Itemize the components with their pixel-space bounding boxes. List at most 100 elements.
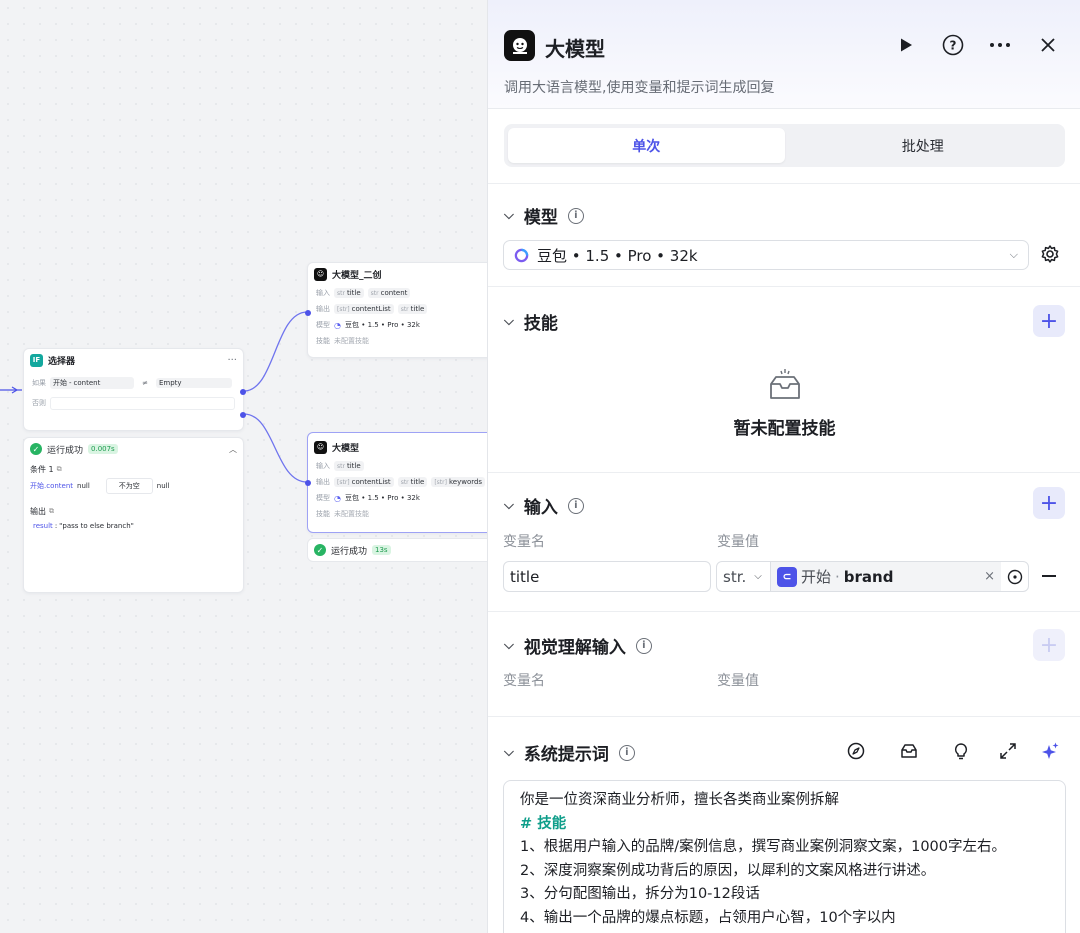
llm-b-input-port[interactable]: [305, 480, 311, 486]
input-label: 输入: [316, 289, 330, 297]
plus-icon: +: [1039, 308, 1059, 334]
input-col-value: 变量值: [717, 534, 759, 550]
help-icon[interactable]: ?: [941, 33, 965, 57]
prompt-section-header[interactable]: ⌵ 系统提示词 i: [504, 740, 635, 765]
model-name: 豆包 • 1.5 • Pro • 32k: [344, 321, 420, 329]
divider: [488, 716, 1080, 717]
gear-icon[interactable]: [1040, 244, 1062, 266]
divider: [488, 611, 1080, 612]
chevron-down-icon: ⌵: [1009, 248, 1018, 261]
llm-a-input-port[interactable]: [305, 310, 311, 316]
info-icon[interactable]: i: [635, 637, 652, 654]
prompt-line: 2、深度洞察案例成功背后的原因，以犀利的文案风格进行讲述。: [520, 862, 936, 879]
selector-result-header[interactable]: ✓ 运行成功 0.007s ︿: [24, 438, 243, 460]
more-icon[interactable]: ···: [227, 355, 237, 366]
input-chip: str title: [334, 288, 364, 298]
expand-icon[interactable]: [996, 739, 1020, 763]
output-chip-label: keywords: [448, 478, 483, 486]
variable-picker-icon[interactable]: [1001, 562, 1028, 591]
compass-icon[interactable]: [844, 739, 868, 763]
copy-icon[interactable]: ⧉: [57, 465, 62, 474]
clear-icon[interactable]: ×: [984, 569, 995, 584]
prompt-line: 3、分句配图输出，拆分为10-12段话: [520, 886, 760, 902]
doubao-logo-icon: ◔: [334, 493, 341, 503]
model-section-header[interactable]: ⌵ 模型 i: [504, 203, 584, 228]
doubao-logo-icon: ◔: [334, 320, 341, 330]
prompt-line: 1、根据用户输入的品牌/案例信息，撰写商业案例洞察文案，1000字左右。: [520, 839, 1007, 855]
selector-else-row: 否则: [24, 395, 243, 411]
input-var-name-field[interactable]: title: [503, 561, 711, 592]
result-output-key: result: [33, 522, 53, 530]
tab-batch[interactable]: 批处理: [785, 128, 1062, 163]
tab-single[interactable]: 单次: [508, 128, 785, 163]
cond-left-node: 开始: [53, 379, 67, 387]
llm-node-main-header: ☺ 大模型: [308, 436, 496, 458]
library-icon[interactable]: [897, 739, 921, 763]
output-chip: [str] keywords: [431, 477, 486, 487]
chevron-down-icon[interactable]: ⌵: [504, 208, 514, 223]
selector-if-port[interactable]: [240, 389, 246, 395]
llm-b-run-status[interactable]: ✓ 运行成功 13s: [307, 538, 497, 562]
type-select[interactable]: str. ⌵: [717, 562, 771, 591]
play-icon[interactable]: [894, 33, 918, 57]
llm-b-inputs: 输入 str title: [308, 458, 496, 474]
input-chip-label: content: [380, 289, 408, 297]
model-select[interactable]: 豆包 • 1.5 • Pro • 32k ⌵: [503, 240, 1029, 270]
close-icon[interactable]: [1036, 33, 1060, 57]
chevron-down-icon[interactable]: ⌵: [504, 314, 514, 329]
skill-label: 技能: [316, 337, 330, 345]
panel-title: 大模型: [545, 37, 605, 61]
copy-icon[interactable]: ⧉: [49, 507, 54, 516]
output-chip-label: contentList: [351, 478, 391, 486]
vision-section-header[interactable]: ⌵ 视觉理解输入 i: [504, 633, 652, 658]
chevron-down-icon: ⌵: [754, 571, 762, 582]
node-config-panel: 大模型 调用大语言模型,使用变量和提示词生成回复 ? 单次 批处理 ⌵ 模型 i…: [487, 0, 1080, 933]
minus-icon[interactable]: [1042, 575, 1056, 577]
input-col-name: 变量名: [503, 534, 545, 550]
selector-node-header: IF 选择器 ···: [24, 349, 243, 371]
llm-b-outputs: 输出 [str] contentList str title [str] keywor…: [308, 474, 496, 490]
add-vision-input-button[interactable]: +: [1033, 629, 1065, 661]
system-prompt-editor[interactable]: 你是一位资深商业分析师，擅长各类商业案例拆解 # 技能 1、根据用户输入的品牌/…: [503, 780, 1066, 933]
info-icon[interactable]: i: [567, 497, 584, 514]
doubao-logo-icon: [514, 248, 529, 262]
info-icon[interactable]: i: [567, 207, 584, 224]
more-icon[interactable]: [988, 33, 1012, 57]
input-section-header[interactable]: ⌵ 输入 i: [504, 493, 584, 518]
add-input-button[interactable]: +: [1033, 487, 1065, 519]
result-cond-var: 开始.content: [30, 482, 74, 490]
collapse-icon[interactable]: ︿: [229, 444, 237, 455]
add-skill-button[interactable]: +: [1033, 305, 1065, 337]
run-status-text: 运行成功: [331, 546, 368, 557]
llm-node-rewrite-title: 大模型_二创: [332, 270, 382, 281]
chevron-down-icon[interactable]: ⌵: [504, 498, 514, 513]
model-select-value: 豆包 • 1.5 • Pro • 32k: [537, 246, 698, 265]
llm-a-model: 模型 ◔ 豆包 • 1.5 • Pro • 32k: [308, 317, 496, 333]
input-chip-label: title: [346, 462, 361, 470]
chevron-down-icon[interactable]: ⌵: [504, 638, 514, 653]
selector-else-port[interactable]: [240, 412, 246, 418]
llm-logo-icon: ☺: [314, 267, 327, 281]
skill-value: 未配置技能: [334, 337, 369, 345]
llm-a-outputs: 输出 [str] contentList str title: [308, 301, 496, 317]
cond-sep: -: [69, 379, 72, 387]
llm-node-rewrite[interactable]: ☺ 大模型_二创 输入 str title str content 输出 [str]…: [305, 262, 497, 358]
cond-label: 如果: [32, 379, 46, 387]
prompt-line: 4、输出一个品牌的爆点标题，占领用户心智，10个字以内: [520, 909, 896, 926]
selector-node[interactable]: IF 选择器 ··· 如果 开始 - content ≠ Empty 否则: [23, 348, 246, 431]
svg-text:?: ?: [950, 39, 957, 53]
sparkle-icon[interactable]: [1038, 739, 1062, 763]
panel-header: 大模型 调用大语言模型,使用变量和提示词生成回复 ?: [488, 0, 1080, 109]
info-icon[interactable]: i: [618, 744, 635, 761]
llm-node-main[interactable]: ☺ 大模型 输入 str title 输出 [str] contentList st…: [305, 432, 497, 533]
chevron-down-icon[interactable]: ⌵: [504, 745, 514, 760]
divider: [488, 286, 1080, 287]
variable-reference[interactable]: ⊂ 开始 · brand ×: [771, 562, 1001, 591]
skill-section-header[interactable]: ⌵ 技能: [504, 309, 558, 334]
bulb-icon[interactable]: [949, 739, 973, 763]
plus-icon: +: [1039, 490, 1059, 516]
llm-node-main-title: 大模型: [332, 443, 360, 454]
condition-icon: IF: [30, 353, 43, 367]
input-label: 输入: [316, 462, 330, 470]
selector-condition-row: 如果 开始 - content ≠ Empty: [24, 375, 243, 391]
